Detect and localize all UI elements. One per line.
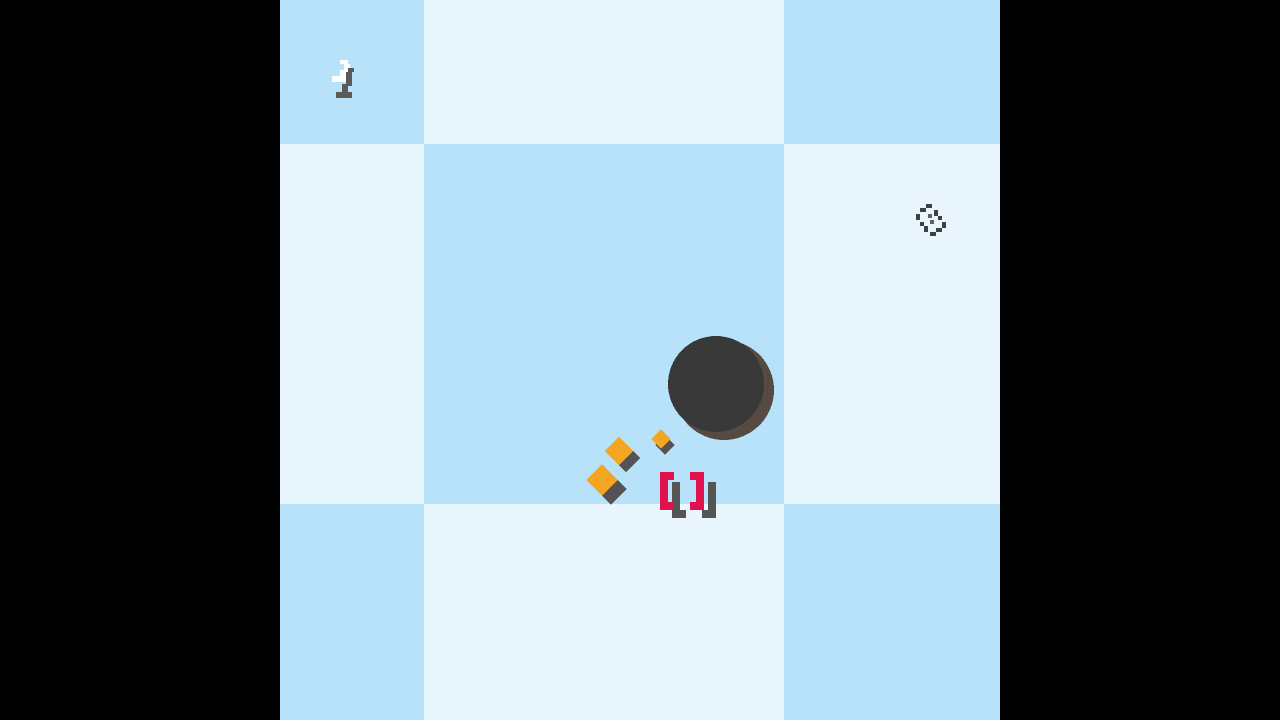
- board-tile: [280, 144, 424, 504]
- game-playfield[interactable]: [280, 0, 1000, 720]
- board-tile: [784, 144, 1000, 504]
- bracket-player-icon[interactable]: [658, 470, 728, 522]
- boulder-icon: [666, 334, 778, 444]
- pellet-icon: [586, 464, 630, 508]
- board-tile: [424, 504, 784, 720]
- diamond-outline-icon[interactable]: [912, 202, 952, 242]
- board-tile: [280, 504, 424, 720]
- letterbox-right: [1000, 0, 1280, 720]
- exit-door-icon[interactable]: [328, 58, 364, 108]
- letterbox-left: [0, 0, 280, 720]
- pellet-icon: [650, 428, 680, 458]
- board-tile: [784, 504, 1000, 720]
- board-tile: [424, 0, 784, 144]
- board-tile: [784, 0, 1000, 144]
